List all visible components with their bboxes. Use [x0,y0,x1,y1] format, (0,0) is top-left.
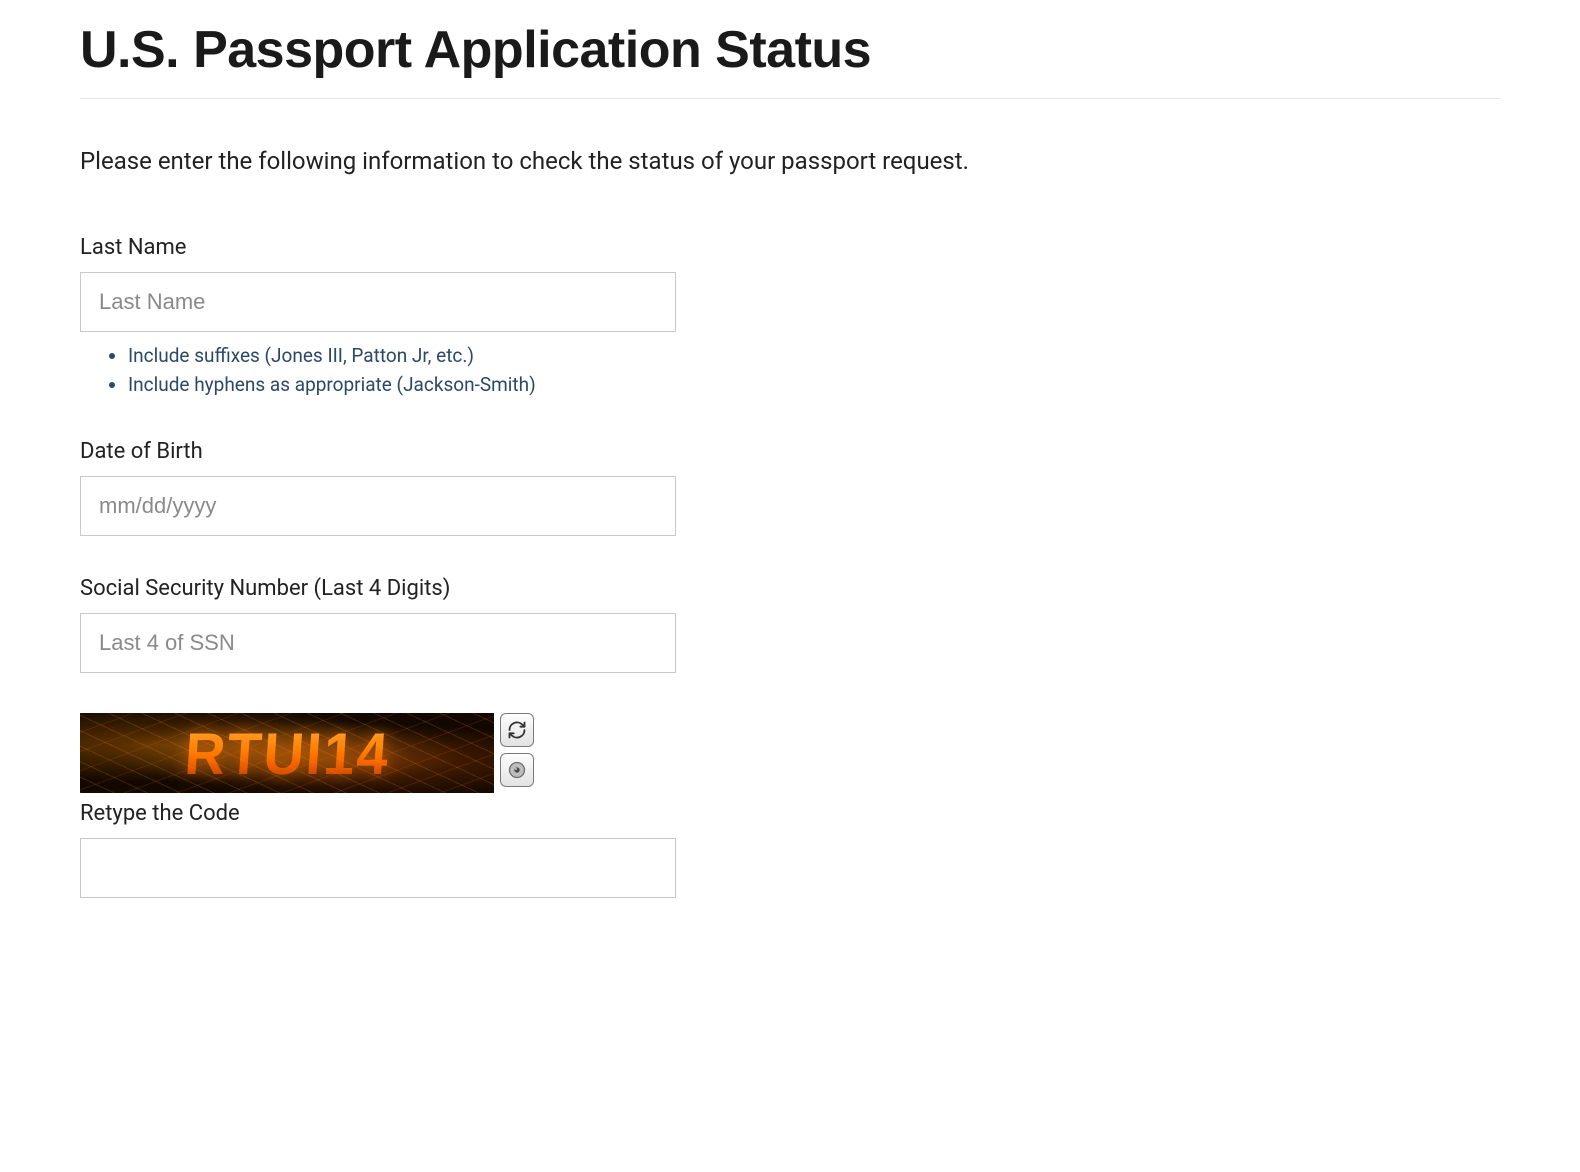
captcha-label: Retype the Code [80,801,1500,826]
dob-input[interactable] [80,476,676,536]
refresh-icon [507,720,527,740]
field-dob: Date of Birth [80,439,1500,536]
ssn-label: Social Security Number (Last 4 Digits) [80,576,1500,601]
hint-item: Include hyphens as appropriate (Jackson-… [128,371,1500,400]
field-ssn: Social Security Number (Last 4 Digits) [80,576,1500,673]
page-title: U.S. Passport Application Status [80,20,1500,80]
divider [80,98,1500,99]
captcha-code-display: RTUI14 [182,719,392,787]
ssn-input[interactable] [80,613,676,673]
hint-item: Include suffixes (Jones III, Patton Jr, … [128,342,1500,371]
audio-icon [507,760,527,780]
captcha-audio-button[interactable] [500,753,534,787]
dob-label: Date of Birth [80,439,1500,464]
intro-text: Please enter the following information t… [80,147,1500,175]
field-last-name: Last Name Include suffixes (Jones III, P… [80,235,1500,399]
field-captcha: RTUI14 [80,713,1500,898]
last-name-label: Last Name [80,235,1500,260]
captcha-refresh-button[interactable] [500,713,534,747]
last-name-input[interactable] [80,272,676,332]
captcha-image: RTUI14 [80,713,494,793]
captcha-input[interactable] [80,838,676,898]
last-name-hints: Include suffixes (Jones III, Patton Jr, … [128,342,1500,399]
